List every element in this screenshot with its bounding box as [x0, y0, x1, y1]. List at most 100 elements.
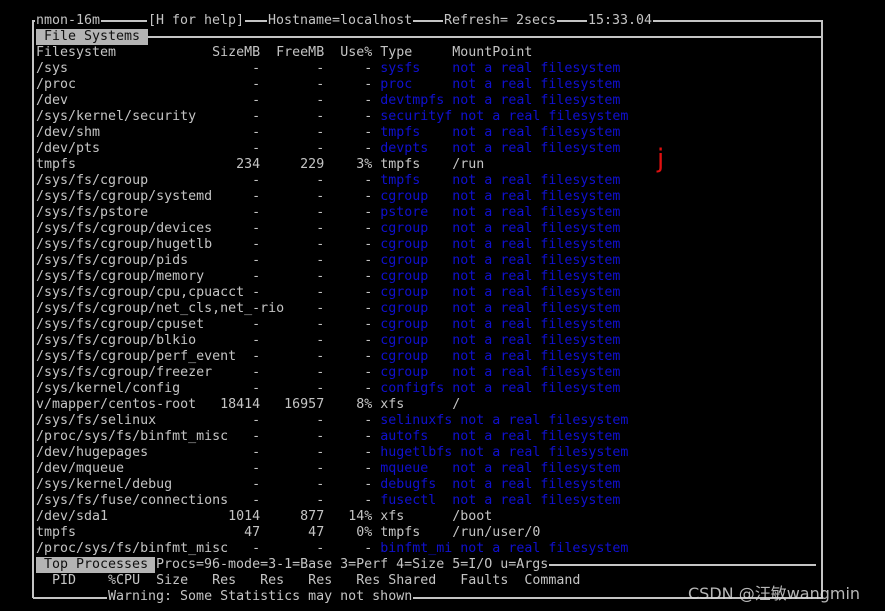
- filesystem-stats: /proc - - -: [36, 77, 381, 92]
- filesystem-row: /sys/kernel/security - - - securityf not…: [36, 109, 628, 125]
- red-annotation: j: [657, 144, 665, 174]
- warning-message: Warning: Some Statistics may not shown: [107, 589, 414, 605]
- refresh-rate: Refresh= 2secs: [443, 13, 558, 29]
- filesystem-stats: /sys/fs/cgroup/hugetlb - - -: [36, 237, 381, 252]
- filesystem-type-mount: devpts not a real filesystem: [380, 141, 621, 156]
- filesystem-row: /sys/fs/cgroup/freezer - - - cgroup not …: [36, 365, 628, 381]
- filesystem-type-mount: debugfs not a real filesystem: [380, 477, 621, 492]
- filesystem-row: /sys/kernel/debug - - - debugfs not a re…: [36, 477, 628, 493]
- filesystem-row: tmpfs 234 229 3% tmpfs /run: [36, 157, 628, 173]
- filesystem-stats: /sys - - -: [36, 61, 381, 76]
- filesystem-type-mount: cgroup not a real filesystem: [380, 269, 621, 284]
- filesystem-row: /sys - - - sysfs not a real filesystem: [36, 61, 628, 77]
- filesystem-type-mount: xfs /: [380, 397, 461, 412]
- filesystem-stats: /proc/sys/fs/binfmt_misc - - -: [36, 541, 381, 556]
- filesystem-row: /sys/fs/cgroup/perf_event - - - cgroup n…: [36, 349, 628, 365]
- filesystem-type-mount: cgroup not a real filesystem: [380, 301, 621, 316]
- top-processes-section-label: Top Processes: [36, 557, 157, 573]
- filesystem-row: /sys/fs/cgroup/blkio - - - cgroup not a …: [36, 333, 628, 349]
- filesystem-stats: /sys/fs/cgroup/devices - - -: [36, 221, 381, 236]
- filesystem-type-mount: autofs not a real filesystem: [380, 429, 621, 444]
- filesystem-row: /sys/fs/cgroup - - - tmpfs not a real fi…: [36, 173, 628, 189]
- filesystem-type-mount: cgroup not a real filesystem: [380, 189, 621, 204]
- program-name: nmon-16m: [35, 13, 102, 29]
- filesystem-row: tmpfs 47 47 0% tmpfs /run/user/0: [36, 525, 628, 541]
- filesystems-table: Filesystem SizeMB FreeMB Use% Type Mount…: [36, 45, 628, 557]
- filesystem-row: /sys/kernel/config - - - configfs not a …: [36, 381, 628, 397]
- filesystem-row: /dev/pts - - - devpts not a real filesys…: [36, 141, 628, 157]
- filesystem-row: /dev/mqueue - - - mqueue not a real file…: [36, 461, 628, 477]
- filesystem-stats: /sys/fs/cgroup/perf_event - - -: [36, 349, 381, 364]
- filesystem-row: /sys/fs/cgroup/net_cls,net_-rio - - cgro…: [36, 301, 628, 317]
- filesystem-type-mount: cgroup not a real filesystem: [380, 365, 621, 380]
- filesystem-stats: /sys/fs/fuse/connections - - -: [36, 493, 381, 508]
- filesystem-stats: v/mapper/centos-root 18414 16957 8%: [36, 397, 381, 412]
- filesystem-stats: /sys/fs/pstore - - -: [36, 205, 381, 220]
- filesystem-stats: tmpfs 47 47 0%: [36, 525, 381, 540]
- filesystem-stats: tmpfs 234 229 3%: [36, 157, 381, 172]
- filesystem-row: /sys/fs/cgroup/devices - - - cgroup not …: [36, 221, 628, 237]
- filesystem-stats: /sys/fs/cgroup - - -: [36, 173, 381, 188]
- filesystem-type-mount: tmpfs /run: [380, 157, 485, 172]
- filesystem-type-mount: cgroup not a real filesystem: [380, 349, 621, 364]
- filesystem-type-mount: binfmt_mi not a real filesystem: [380, 541, 629, 556]
- filesystem-row: /dev/shm - - - tmpfs not a real filesyst…: [36, 125, 628, 141]
- hostname: Hostname=localhost: [267, 13, 414, 29]
- filesystem-type-mount: cgroup not a real filesystem: [380, 333, 621, 348]
- filesystem-row: /proc/sys/fs/binfmt_misc - - - autofs no…: [36, 429, 628, 445]
- filesystem-stats: /dev/pts - - -: [36, 141, 381, 156]
- filesystem-stats: /sys/fs/selinux - - -: [36, 413, 381, 428]
- filesystem-stats: /sys/kernel/debug - - -: [36, 477, 381, 492]
- filesystem-type-mount: cgroup not a real filesystem: [380, 253, 621, 268]
- filesystem-row: /sys/fs/cgroup/hugetlb - - - cgroup not …: [36, 237, 628, 253]
- filesystem-type-mount: mqueue not a real filesystem: [380, 461, 621, 476]
- filesystem-row: /sys/fs/cgroup/cpuset - - - cgroup not a…: [36, 317, 628, 333]
- filesystem-type-mount: cgroup not a real filesystem: [380, 237, 621, 252]
- filesystem-type-mount: pstore not a real filesystem: [380, 205, 621, 220]
- filesystem-stats: /dev/shm - - -: [36, 125, 381, 140]
- filesystem-type-mount: configfs not a real filesystem: [380, 381, 621, 396]
- filesystem-type-mount: xfs /boot: [380, 509, 493, 524]
- filesystem-row: /sys/fs/selinux - - - selinuxfs not a re…: [36, 413, 628, 429]
- filesystem-stats: /dev/sda1 1014 877 14%: [36, 509, 381, 524]
- filesystem-stats: /sys/fs/cgroup/cpu,cpuacct - - -: [36, 285, 381, 300]
- filesystem-type-mount: cgroup not a real filesystem: [380, 285, 621, 300]
- filesystem-row: /proc/sys/fs/binfmt_misc - - - binfmt_mi…: [36, 541, 628, 557]
- header-mountpoint: MountPoint: [452, 45, 533, 60]
- filesystem-row: /dev/sda1 1014 877 14% xfs /boot: [36, 509, 628, 525]
- filesystem-type-mount: tmpfs not a real filesystem: [380, 173, 621, 188]
- filesystem-row: /dev - - - devtmpfs not a real filesyste…: [36, 93, 628, 109]
- filesystem-stats: /dev/mqueue - - -: [36, 461, 381, 476]
- filesystem-type-mount: devtmpfs not a real filesystem: [380, 93, 621, 108]
- filesystem-stats: /dev/hugepages - - -: [36, 445, 381, 460]
- filesystem-row: /sys/fs/fuse/connections - - - fusectl n…: [36, 493, 628, 509]
- clock: 15:33.04: [587, 13, 654, 29]
- filesystem-type-mount: cgroup not a real filesystem: [380, 317, 621, 332]
- filesystem-type-mount: cgroup not a real filesystem: [380, 221, 621, 236]
- help-hint: [H for help]: [147, 13, 246, 29]
- filesystems-divider: [146, 36, 822, 38]
- filesystem-stats: /sys/fs/cgroup/freezer - - -: [36, 365, 381, 380]
- filesystem-stats: /sys/kernel/security - - -: [36, 109, 381, 124]
- filesystem-type-mount: hugetlbfs not a real filesystem: [380, 445, 629, 460]
- filesystem-type-mount: proc not a real filesystem: [380, 77, 621, 92]
- filesystem-row: /sys/fs/cgroup/pids - - - cgroup not a r…: [36, 253, 628, 269]
- filesystem-type-mount: securityf not a real filesystem: [380, 109, 629, 124]
- filesystem-row: /sys/fs/pstore - - - pstore not a real f…: [36, 205, 628, 221]
- filesystem-stats: /sys/fs/cgroup/cpuset - - -: [36, 317, 381, 332]
- filesystem-row: /sys/fs/cgroup/memory - - - cgroup not a…: [36, 269, 628, 285]
- filesystem-stats: /sys/fs/cgroup/memory - - -: [36, 269, 381, 284]
- filesystem-stats: /sys/fs/cgroup/pids - - -: [36, 253, 381, 268]
- filesystem-type-mount: selinuxfs not a real filesystem: [380, 413, 629, 428]
- right-border: [821, 20, 823, 598]
- filesystem-row: /proc - - - proc not a real filesystem: [36, 77, 628, 93]
- filesystem-row: v/mapper/centos-root 18414 16957 8% xfs …: [36, 397, 628, 413]
- filesystem-type-mount: fusectl not a real filesystem: [380, 493, 621, 508]
- watermark: CSDN @汪敏wangmin: [688, 584, 861, 603]
- filesystem-stats: /sys/kernel/config - - -: [36, 381, 381, 396]
- filesystem-stats: /sys/fs/cgroup/net_cls,net_-rio - -: [36, 301, 381, 316]
- filesystems-section-label: File Systems: [36, 29, 149, 45]
- process-modes: Procs=96-mode=3-1=Base 3=Perf 4=Size 5=I…: [155, 557, 550, 573]
- filesystem-row: /dev/hugepages - - - hugetlbfs not a rea…: [36, 445, 628, 461]
- filesystem-row: /sys/fs/cgroup/systemd - - - cgroup not …: [36, 189, 628, 205]
